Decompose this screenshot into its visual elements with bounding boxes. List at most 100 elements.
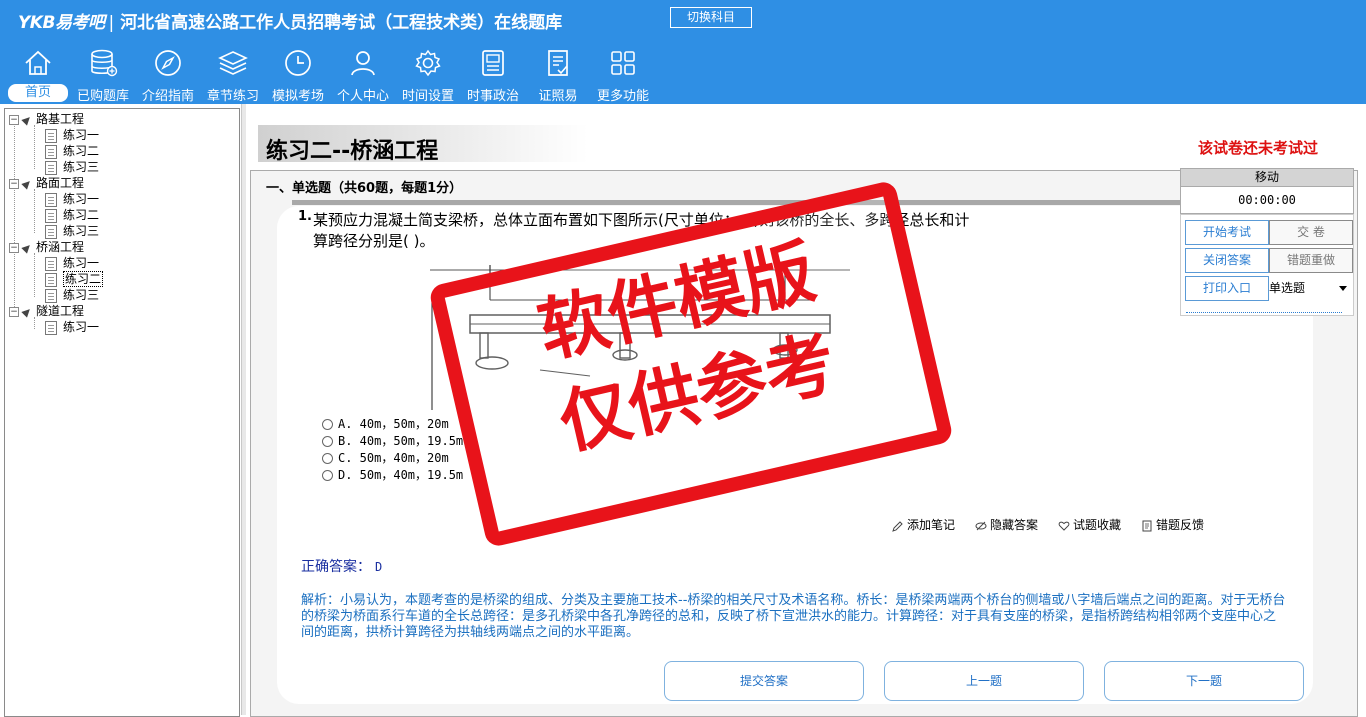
next-question-button[interactable]: 下一题 xyxy=(1104,661,1304,701)
option-label: B. 40m，50m，19.5m xyxy=(338,434,464,448)
nav-time-settings[interactable]: 时间设置 xyxy=(399,44,457,104)
close-answer-button[interactable]: 关闭答案 xyxy=(1185,248,1269,273)
radio-icon[interactable] xyxy=(322,470,333,481)
option-label: A. 40m，50m，20m xyxy=(338,417,449,431)
eye-off-icon xyxy=(975,521,987,530)
top-header: YKB易考吧 | 河北省高速公路工作人员招聘考试（工程技术类）在线题库 切换科目 首… xyxy=(0,0,1366,104)
nav-label: 个人中心 xyxy=(336,89,389,104)
nav-more[interactable]: 更多功能 xyxy=(594,44,652,104)
tree-leaf-label: 练习二 xyxy=(63,144,100,158)
tree-leaf[interactable]: 练习二 xyxy=(45,143,99,159)
collapse-icon[interactable]: − xyxy=(9,114,19,125)
document-icon xyxy=(45,192,57,207)
collapse-icon[interactable]: − xyxy=(9,242,19,253)
document-icon xyxy=(45,208,57,223)
tree-leaf-label: 练习三 xyxy=(63,288,100,302)
document-icon xyxy=(45,320,57,335)
gear-icon xyxy=(415,49,441,77)
progress-bar xyxy=(292,200,1182,205)
option-label: C. 50m，40m，20m xyxy=(338,451,449,465)
tree-leaf[interactable]: 练习三 xyxy=(45,223,99,239)
report-error-button[interactable]: 错题反馈 xyxy=(1141,516,1204,533)
clock-icon xyxy=(285,50,311,76)
news-icon xyxy=(482,50,504,76)
radio-icon[interactable] xyxy=(322,453,333,464)
tree-leaf[interactable]: 练习一 xyxy=(45,255,99,271)
nav-guide[interactable]: 介绍指南 xyxy=(139,44,197,104)
tree-leaf[interactable]: 练习二 xyxy=(45,207,99,223)
prev-question-button[interactable]: 上一题 xyxy=(884,661,1084,701)
exam-title-bar: 练习二--桥涵工程 该试卷还未考试过 xyxy=(248,125,1366,164)
add-note-button[interactable]: 添加笔记 xyxy=(892,516,955,533)
option-b[interactable]: B. 40m，50m，19.5m xyxy=(322,432,463,449)
section-title: 一、单选题（共60题，每题1分） xyxy=(266,181,463,196)
document-icon xyxy=(45,144,57,159)
nav-home[interactable]: 首页 xyxy=(8,44,68,102)
nav-label: 章节练习 xyxy=(206,89,259,104)
tree-node-label: 路基工程 xyxy=(36,112,85,126)
nav-chapter[interactable]: 章节练习 xyxy=(204,44,262,104)
tree-leaf[interactable]: 练习三 xyxy=(45,159,99,175)
folder-arrow-icon xyxy=(21,241,33,254)
tree-guide-line xyxy=(34,189,35,233)
nav-label: 时间设置 xyxy=(401,89,454,104)
radio-icon[interactable] xyxy=(322,436,333,447)
select-value: 单选题 xyxy=(1269,281,1306,295)
tree-leaf-label: 练习二 xyxy=(63,208,100,222)
report-icon xyxy=(1142,520,1152,531)
tree-node-roadbed[interactable]: − 路基工程 xyxy=(9,111,84,127)
tree-node-bridge[interactable]: − 桥涵工程 xyxy=(9,239,84,255)
tree-node-pavement[interactable]: − 路面工程 xyxy=(9,175,84,191)
nav-certificate[interactable]: 证照易 xyxy=(529,44,587,104)
nav-personal[interactable]: 个人中心 xyxy=(334,44,392,104)
radio-icon[interactable] xyxy=(322,419,333,430)
compass-icon xyxy=(155,50,181,76)
tree-leaf[interactable]: 练习一 xyxy=(45,319,99,335)
tree-node-tunnel[interactable]: − 隧道工程 xyxy=(9,303,84,319)
option-d[interactable]: D. 50m，40m，19.5m xyxy=(322,466,463,483)
panel-splitter[interactable] xyxy=(241,104,246,715)
tool-label: 试题收藏 xyxy=(1073,518,1122,532)
hide-answer-button[interactable]: 隐藏答案 xyxy=(975,516,1038,533)
pencil-icon xyxy=(892,520,903,532)
switch-subject-button[interactable]: 切换科目 xyxy=(670,7,752,28)
nav-label: 介绍指南 xyxy=(141,89,194,104)
question-number: 1. xyxy=(298,209,312,224)
collapse-icon[interactable]: − xyxy=(9,306,19,317)
folder-arrow-icon xyxy=(21,305,33,318)
tree-leaf[interactable]: 练习一 xyxy=(45,127,99,143)
tree-leaf-label: 练习二 xyxy=(63,271,104,287)
panel-move-handle[interactable]: 移动 xyxy=(1180,168,1354,187)
tree-node-label: 路面工程 xyxy=(36,176,85,190)
certificate-icon xyxy=(548,50,568,76)
nav-purchased[interactable]: 已购题库 xyxy=(74,44,132,104)
answer-value: D xyxy=(375,560,383,574)
chapter-tree: − 路基工程 练习一 练习二 练习三 − 路面工程 练习一 练习二 练习三 − 桥涵工… xyxy=(4,108,240,717)
submit-answer-button[interactable]: 提交答案 xyxy=(664,661,864,701)
nav-mock-exam[interactable]: 模拟考场 xyxy=(269,44,327,104)
print-entry-button[interactable]: 打印入口 xyxy=(1185,276,1269,301)
home-icon xyxy=(25,50,51,75)
tree-leaf-label: 练习一 xyxy=(63,320,100,334)
tree-guide-line xyxy=(34,253,35,297)
document-edit-icon xyxy=(45,272,57,287)
tree-leaf-selected[interactable]: 练习二 xyxy=(45,271,104,287)
hand-in-button[interactable]: 交 卷 xyxy=(1269,220,1353,245)
option-a[interactable]: A. 40m，50m，20m xyxy=(322,415,449,432)
favorite-button[interactable]: 试题收藏 xyxy=(1058,516,1121,533)
tool-label: 隐藏答案 xyxy=(990,518,1039,532)
app-brand: YKB易考吧 | 河北省高速公路工作人员招聘考试（工程技术类）在线题库 xyxy=(18,8,562,33)
exam-status: 该试卷还未考试过 xyxy=(1198,139,1319,157)
nav-current-affairs[interactable]: 时事政治 xyxy=(464,44,522,104)
tree-leaf[interactable]: 练习一 xyxy=(45,191,99,207)
collapse-icon[interactable]: − xyxy=(9,178,19,189)
correct-answer: 正确答案： D xyxy=(301,556,382,576)
document-icon xyxy=(45,224,57,239)
question-type-select[interactable]: 单选题 xyxy=(1269,277,1351,300)
option-c[interactable]: C. 50m，40m，20m xyxy=(322,449,449,466)
nav-label: 模拟考场 xyxy=(271,89,324,104)
tree-leaf[interactable]: 练习三 xyxy=(45,287,99,303)
redo-wrong-button[interactable]: 错题重做 xyxy=(1269,248,1353,273)
start-exam-button[interactable]: 开始考试 xyxy=(1185,220,1269,245)
nav-label: 更多功能 xyxy=(596,89,649,104)
